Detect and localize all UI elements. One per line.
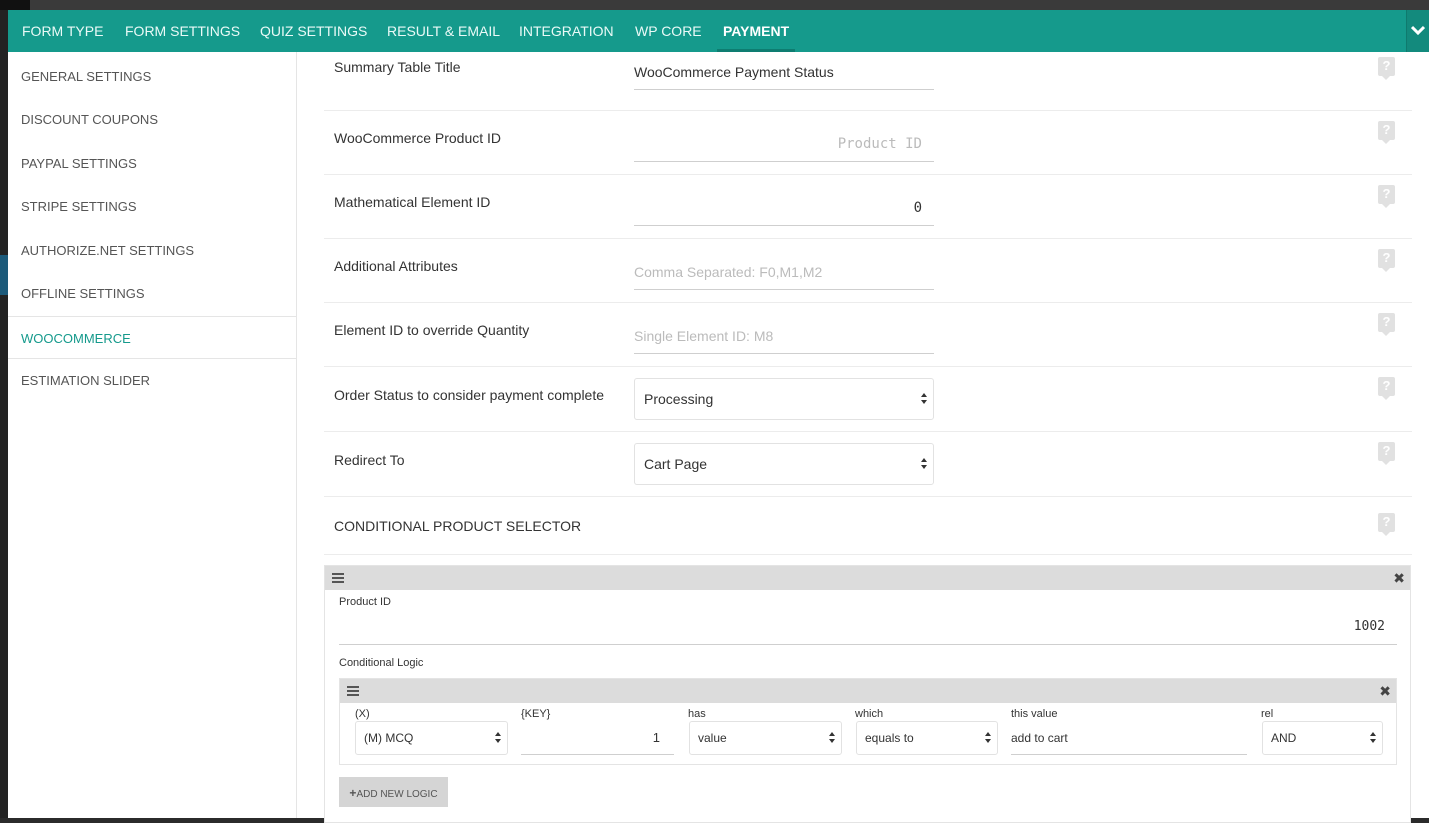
select-arrows-icon — [1369, 732, 1377, 744]
product-id-small-label: Product ID — [339, 596, 391, 608]
chevron-down-icon — [1411, 25, 1425, 35]
select-arrows-icon — [984, 732, 992, 744]
redirect-label: Redirect To — [334, 452, 405, 468]
conditional-product-id-input[interactable] — [339, 609, 1397, 645]
logic-key-input[interactable] — [521, 721, 674, 755]
tab-form-settings[interactable]: FORM SETTINGS — [125, 10, 240, 52]
browser-top-strip — [0, 0, 1429, 10]
logic-has-select[interactable]: value — [689, 721, 842, 755]
select-arrows-icon — [920, 458, 928, 470]
tab-payment[interactable]: PAYMENT — [716, 10, 796, 52]
close-icon[interactable]: ✖ — [1379, 684, 1391, 698]
additional-attributes-label: Additional Attributes — [334, 258, 458, 274]
override-quantity-input[interactable] — [634, 318, 934, 354]
conditional-logic-label: Conditional Logic — [339, 657, 424, 669]
logic-has-selected: value — [698, 731, 727, 745]
logic-key-label: {KEY} — [521, 708, 551, 720]
tab-bar: FORM TYPE FORM SETTINGS QUIZ SETTINGS RE… — [8, 10, 1429, 52]
logic-which-label: which — [855, 708, 884, 720]
order-status-selected: Processing — [644, 391, 714, 407]
order-status-label: Order Status to consider payment complet… — [334, 387, 605, 403]
logic-has-label: has — [688, 708, 706, 720]
collapse-toggle[interactable] — [1406, 10, 1429, 52]
tab-result-email[interactable]: RESULT & EMAIL — [387, 10, 500, 52]
redirect-select[interactable]: Cart Page — [634, 443, 934, 485]
select-arrows-icon — [494, 732, 502, 744]
top-strip-dark-block — [0, 0, 30, 10]
logic-block-header: ✖ — [340, 679, 1396, 703]
logic-rel-select[interactable]: AND — [1262, 721, 1383, 755]
redirect-selected: Cart Page — [644, 456, 708, 472]
woocommerce-settings-panel: Summary Table Title ? WooCommerce Produc… — [297, 52, 1429, 823]
math-element-label: Mathematical Element ID — [334, 194, 491, 210]
help-icon[interactable]: ? — [1378, 377, 1395, 400]
logic-rel-selected: AND — [1271, 731, 1297, 745]
add-new-logic-label: ADD NEW LOGIC — [356, 789, 438, 800]
tab-form-type[interactable]: FORM TYPE — [22, 10, 103, 52]
left-edge-panel — [0, 10, 8, 818]
help-icon[interactable]: ? — [1378, 121, 1395, 144]
redirect-row: Redirect To Cart Page ? — [324, 431, 1412, 497]
select-arrows-icon — [920, 393, 928, 405]
product-id-input[interactable] — [634, 126, 934, 162]
drag-handle-icon[interactable] — [347, 686, 359, 696]
conditional-selector-row: CONDITIONAL PRODUCT SELECTOR ? — [324, 496, 1412, 555]
additional-attributes-input[interactable] — [634, 254, 934, 290]
tab-wp-core[interactable]: WP CORE — [635, 10, 702, 52]
override-quantity-label: Element ID to override Quantity — [334, 322, 530, 338]
math-element-row: Mathematical Element ID ? — [324, 174, 1412, 239]
summary-title-row: Summary Table Title ? — [324, 52, 1412, 111]
override-quantity-row: Element ID to override Quantity ? — [324, 302, 1412, 367]
tab-integration[interactable]: INTEGRATION — [519, 10, 614, 52]
help-icon[interactable]: ? — [1378, 57, 1395, 80]
sidebar-item-estimation-slider[interactable]: ESTIMATION SLIDER — [8, 359, 296, 402]
sidebar-item-stripe-settings[interactable]: STRIPE SETTINGS — [8, 185, 296, 228]
order-status-select[interactable]: Processing — [634, 378, 934, 420]
order-status-row: Order Status to consider payment complet… — [324, 366, 1412, 432]
logic-this-value-input[interactable] — [1011, 721, 1247, 755]
sidebar-item-offline-settings[interactable]: OFFLINE SETTINGS — [8, 272, 296, 315]
sidebar-item-authorize-net-settings[interactable]: AUTHORIZE.NET SETTINGS — [8, 229, 296, 272]
help-icon[interactable]: ? — [1378, 513, 1395, 536]
sidebar-item-woocommerce[interactable]: WOOCOMMERCE — [8, 316, 296, 359]
product-id-row: WooCommerce Product ID ? — [324, 110, 1412, 175]
logic-which-selected: equals to — [865, 731, 914, 745]
logic-which-select[interactable]: equals to — [856, 721, 998, 755]
product-id-label: WooCommerce Product ID — [334, 130, 502, 146]
logic-x-label: (X) — [355, 708, 370, 720]
left-edge-highlight — [0, 255, 8, 295]
help-icon[interactable]: ? — [1378, 185, 1395, 208]
logic-x-selected: (M) MCQ — [364, 731, 414, 745]
help-icon[interactable]: ? — [1378, 249, 1395, 272]
add-new-logic-button[interactable]: +ADD NEW LOGIC — [339, 777, 448, 807]
product-block-header: ✖ — [325, 566, 1410, 590]
close-icon[interactable]: ✖ — [1393, 571, 1405, 585]
math-element-input[interactable] — [634, 190, 934, 226]
additional-attributes-row: Additional Attributes ? — [324, 238, 1412, 303]
select-arrows-icon — [828, 732, 836, 744]
conditional-selector-label: CONDITIONAL PRODUCT SELECTOR — [334, 518, 582, 534]
sidebar-item-paypal-settings[interactable]: PAYPAL SETTINGS — [8, 142, 296, 185]
help-icon[interactable]: ? — [1378, 313, 1395, 336]
settings-app: FORM TYPE FORM SETTINGS QUIZ SETTINGS RE… — [8, 10, 1429, 823]
summary-title-input[interactable] — [634, 54, 934, 90]
tab-quiz-settings[interactable]: QUIZ SETTINGS — [260, 10, 367, 52]
logic-x-select[interactable]: (M) MCQ — [355, 721, 508, 755]
logic-rel-label: rel — [1261, 708, 1274, 720]
help-icon[interactable]: ? — [1378, 442, 1395, 465]
sidebar-item-general-settings[interactable]: GENERAL SETTINGS — [8, 55, 296, 98]
settings-sidebar: GENERAL SETTINGS DISCOUNT COUPONS PAYPAL… — [8, 52, 297, 818]
conditional-product-block: ✖ Product ID Conditional Logic ✖ (X) (M)… — [324, 565, 1411, 823]
sidebar-item-discount-coupons[interactable]: DISCOUNT COUPONS — [8, 98, 296, 141]
drag-handle-icon[interactable] — [332, 573, 344, 583]
summary-title-label: Summary Table Title — [334, 59, 461, 75]
logic-this-value-label: this value — [1011, 708, 1058, 720]
conditional-logic-block: ✖ (X) (M) MCQ {KEY} has value which equa… — [339, 678, 1397, 765]
